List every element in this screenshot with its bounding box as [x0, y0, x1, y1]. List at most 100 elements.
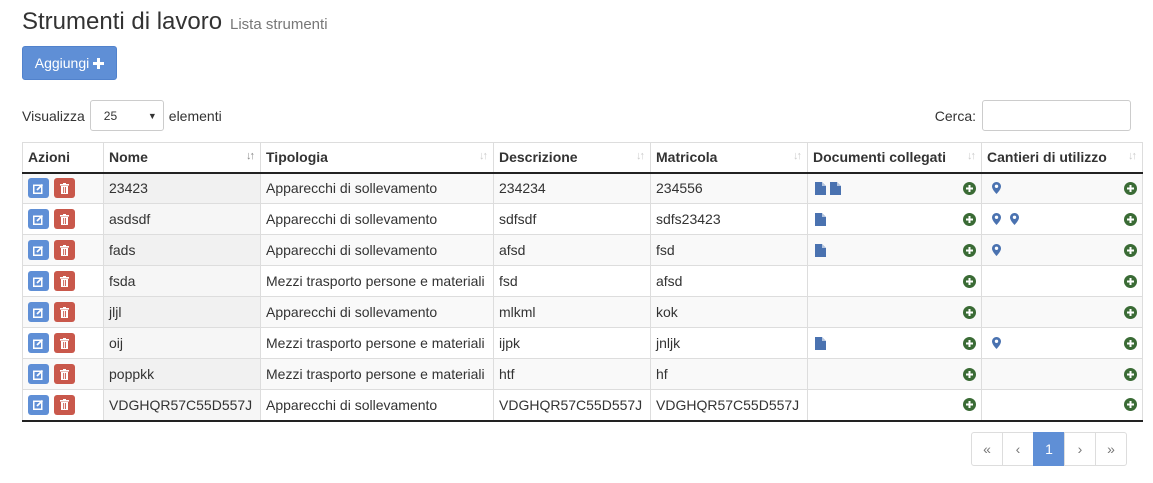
delete-button[interactable]	[54, 240, 75, 260]
add-document-button[interactable]	[963, 398, 976, 412]
add-worksite-button[interactable]	[1124, 181, 1137, 195]
serial-number-cell: VDGHQR57C55D557J	[650, 389, 808, 422]
edit-button[interactable]	[28, 240, 49, 260]
edit-button[interactable]	[28, 271, 49, 291]
worksites-content	[987, 274, 1137, 288]
edit-button[interactable]	[28, 364, 49, 384]
delete-button[interactable]	[54, 333, 75, 353]
linked-documents-cell	[807, 358, 982, 390]
edit-button[interactable]	[28, 209, 49, 229]
worksite-list	[987, 182, 1001, 195]
actions-cell	[22, 296, 104, 328]
trash-icon	[60, 399, 69, 411]
worksite-link[interactable]	[1010, 213, 1019, 225]
column-header[interactable]: Matricola ↓↑	[650, 142, 808, 174]
edit-icon	[33, 369, 44, 380]
document-icon	[815, 243, 826, 257]
add-worksite-button[interactable]	[1124, 274, 1137, 288]
delete-button[interactable]	[54, 271, 75, 291]
sort-icon: ↓↑	[793, 150, 802, 162]
page-first-button[interactable]: «	[971, 432, 1003, 466]
column-header[interactable]: Nome ↓↑	[103, 142, 261, 174]
serial-number-cell: hf	[650, 358, 808, 390]
worksite-link[interactable]	[992, 244, 1001, 256]
add-document-button[interactable]	[963, 367, 976, 381]
column-header[interactable]: Descrizione ↓↑	[493, 142, 651, 174]
add-document-button[interactable]	[963, 212, 976, 226]
document-link[interactable]	[815, 336, 826, 350]
plus-circle-icon	[1124, 305, 1137, 319]
trash-icon	[60, 368, 69, 380]
page-length-select[interactable]: 25 ▼	[89, 100, 164, 131]
document-link[interactable]	[815, 212, 826, 226]
row-actions	[28, 364, 75, 384]
worksite-link[interactable]	[992, 182, 1001, 195]
page-prev-button[interactable]: ‹	[1002, 432, 1034, 466]
trash-icon	[60, 182, 69, 194]
add-worksite-button[interactable]	[1124, 336, 1137, 350]
table-row: oij Mezzi trasporto persone e materiali ij…	[22, 327, 1143, 359]
linked-documents-cell	[807, 389, 982, 422]
add-document-button[interactable]	[963, 243, 976, 257]
edit-button[interactable]	[28, 333, 49, 353]
column-header[interactable]: Documenti collegati ↓↑	[807, 142, 982, 174]
add-worksite-button[interactable]	[1124, 243, 1137, 257]
delete-button[interactable]	[54, 178, 75, 199]
worksite-list	[987, 244, 1001, 256]
linked-documents-cell	[807, 234, 982, 266]
page-last-button[interactable]: »	[1095, 432, 1127, 466]
document-link[interactable]	[815, 243, 826, 257]
sort-icon: ↓↑	[967, 150, 976, 162]
delete-button[interactable]	[54, 364, 75, 384]
plus-circle-icon	[963, 336, 976, 350]
delete-button[interactable]	[54, 302, 75, 322]
delete-button[interactable]	[54, 394, 75, 415]
linked-documents-content	[813, 305, 976, 319]
edit-icon	[33, 214, 44, 225]
add-worksite-button[interactable]	[1124, 212, 1137, 226]
row-actions	[28, 333, 75, 353]
worksites-cell	[981, 327, 1143, 359]
row-actions	[28, 209, 75, 229]
plus-circle-icon	[1124, 181, 1137, 195]
edit-button[interactable]	[28, 302, 49, 322]
page-next-button[interactable]: ›	[1064, 432, 1096, 466]
plus-circle-icon	[1124, 274, 1137, 288]
document-icon	[815, 336, 826, 350]
add-document-button[interactable]	[963, 181, 976, 195]
actions-cell	[22, 327, 104, 359]
worksite-link[interactable]	[992, 337, 1001, 349]
map-marker-icon	[1010, 213, 1019, 225]
column-header[interactable]: Tipologia ↓↑	[260, 142, 494, 174]
table-row: VDGHQR57C55D557J Apparecchi di sollevamen…	[22, 389, 1143, 422]
type-cell: Mezzi trasporto persone e materiali	[260, 358, 494, 390]
edit-button[interactable]	[28, 178, 49, 199]
add-document-button[interactable]	[963, 305, 976, 319]
column-header: Azioni	[22, 142, 104, 174]
add-document-button[interactable]	[963, 274, 976, 288]
page-current-button[interactable]: 1	[1033, 432, 1065, 466]
document-link[interactable]	[830, 181, 841, 195]
linked-documents-cell	[807, 172, 982, 204]
add-document-button[interactable]	[963, 336, 976, 350]
sort-icon: ↓↑	[479, 150, 488, 162]
column-header-label: Documenti collegati	[813, 149, 947, 166]
document-icon	[815, 212, 826, 226]
add-worksite-button[interactable]	[1124, 367, 1137, 381]
add-button[interactable]: Aggiungi	[22, 46, 117, 80]
worksites-cell	[981, 358, 1143, 390]
column-header[interactable]: Cantieri di utilizzo ↓↑	[981, 142, 1143, 174]
edit-button[interactable]	[28, 394, 49, 415]
add-worksite-button[interactable]	[1124, 398, 1137, 412]
worksites-content	[987, 181, 1137, 195]
delete-button[interactable]	[54, 209, 75, 229]
document-link[interactable]	[815, 181, 826, 195]
page-title: Strumenti di lavoro	[22, 8, 223, 35]
length-prefix: Visualizza	[22, 107, 85, 124]
table-row: 23423 Apparecchi di sollevamento 234234 234…	[22, 172, 1143, 204]
add-worksite-button[interactable]	[1124, 305, 1137, 319]
length-suffix: elementi	[168, 107, 222, 124]
worksite-link[interactable]	[992, 213, 1001, 225]
linked-documents-cell	[807, 265, 982, 297]
search-input[interactable]	[982, 100, 1131, 131]
